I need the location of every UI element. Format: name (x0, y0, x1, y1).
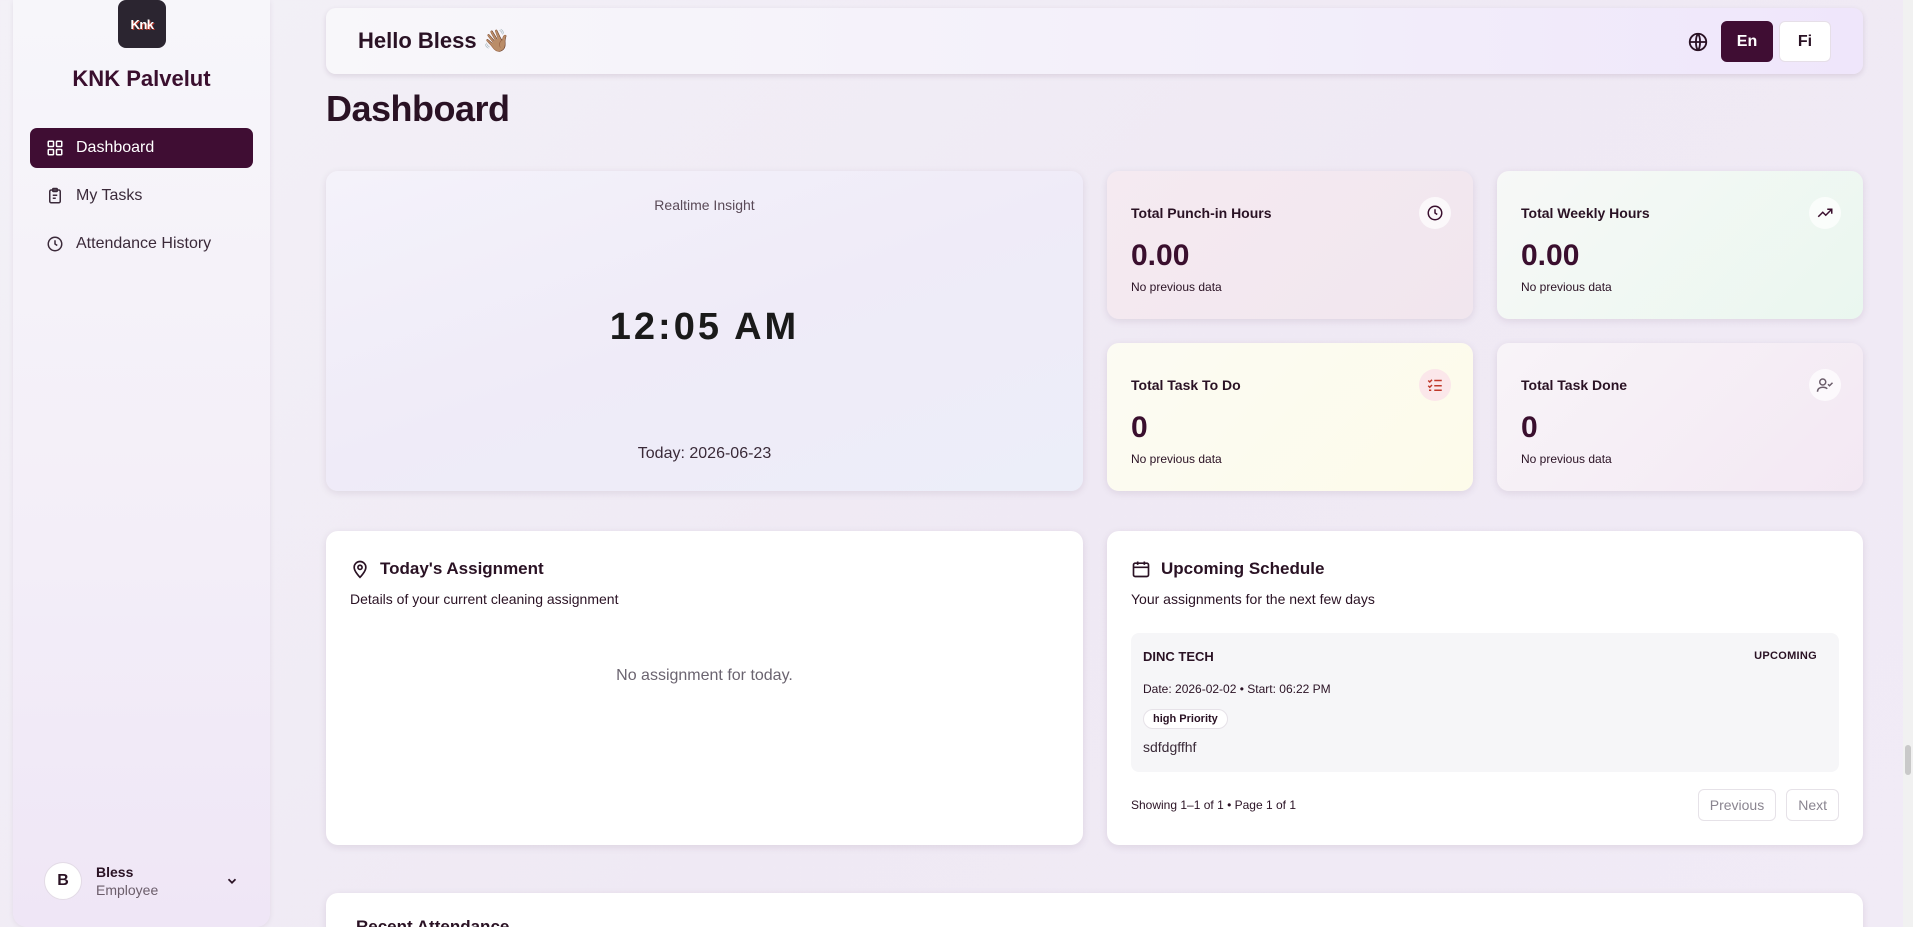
stat-subtext: No previous data (1521, 452, 1612, 466)
panel-description: Details of your current cleaning assignm… (350, 591, 619, 607)
realtime-insight-card: Realtime Insight 12:05 AM Today: 2026-06… (326, 171, 1083, 491)
panel-title: Recent Attendance (356, 917, 510, 927)
sidebar-item-label: Attendance History (76, 235, 212, 252)
language-en-button[interactable]: En (1721, 21, 1773, 62)
previous-page-button[interactable]: Previous (1697, 789, 1777, 821)
trending-up-icon (1809, 197, 1841, 229)
stat-title: Total Punch-in Hours (1131, 205, 1272, 221)
user-menu[interactable]: B Bless Employee (30, 857, 253, 905)
user-check-icon (1809, 369, 1841, 401)
stat-subtext: No previous data (1131, 280, 1222, 294)
priority-badge: high Priority (1143, 709, 1228, 729)
next-page-button[interactable]: Next (1786, 789, 1839, 821)
schedule-date-time: Date: 2026-02-02 • Start: 06:22 PM (1143, 682, 1331, 696)
schedule-item[interactable]: DINC TECH UPCOMING Date: 2026-02-02 • St… (1131, 633, 1839, 772)
pagination-info: Showing 1–1 of 1 • Page 1 of 1 (1131, 798, 1296, 812)
sidebar-item-label: Dashboard (76, 139, 155, 156)
empty-assignment-message: No assignment for today. (616, 667, 793, 684)
stat-value: 0 (1521, 411, 1538, 444)
calendar-icon (1131, 559, 1151, 579)
status-badge: UPCOMING (1754, 650, 1817, 662)
sidebar-item-label: My Tasks (76, 187, 143, 204)
user-role: Employee (96, 882, 159, 898)
stat-card-task-to-do: Total Task To Do 0 No previous data (1107, 343, 1473, 491)
clock-icon (46, 235, 64, 253)
stat-value: 0 (1131, 411, 1148, 444)
panel-title: Today's Assignment (380, 559, 544, 578)
stat-subtext: No previous data (1131, 452, 1222, 466)
current-time: 12:05 AM (609, 306, 800, 348)
clipboard-icon (46, 187, 64, 205)
scrollbar-thumb[interactable] (1905, 745, 1911, 775)
current-date: Today: 2026-06-23 (637, 445, 772, 462)
list-checks-icon (1419, 369, 1451, 401)
stat-value: 0.00 (1521, 239, 1580, 272)
todays-assignment-card: Today's Assignment Details of your curre… (326, 531, 1083, 845)
sidebar-item-my-tasks[interactable]: My Tasks (30, 176, 253, 216)
brand-name: KNK Palvelut (72, 66, 211, 91)
sidebar-item-dashboard[interactable]: Dashboard (30, 128, 253, 168)
insight-label: Realtime Insight (654, 197, 755, 213)
pagination: Previous Next (1688, 789, 1839, 821)
clock-icon (1419, 197, 1451, 229)
panel-description: Your assignments for the next few days (1131, 591, 1375, 607)
user-name: Bless (96, 864, 134, 880)
grid-icon (46, 139, 64, 157)
panel-title: Upcoming Schedule (1161, 559, 1325, 578)
greeting: Hello Bless 👋🏽 (358, 28, 511, 53)
stat-title: Total Task Done (1521, 377, 1628, 393)
globe-icon (1687, 31, 1709, 53)
stat-title: Total Task To Do (1131, 377, 1241, 393)
page-title: Dashboard (326, 88, 510, 129)
language-fi-button[interactable]: Fi (1779, 21, 1831, 62)
page-scrollbar[interactable] (1903, 0, 1913, 927)
top-header: Hello Bless 👋🏽 En Fi (326, 8, 1863, 74)
map-pin-icon (350, 559, 370, 579)
upcoming-schedule-card: Upcoming Schedule Your assignments for t… (1107, 531, 1863, 845)
language-switcher: En Fi (1687, 21, 1831, 62)
schedule-note: sdfdgffhf (1143, 739, 1197, 755)
stat-card-punch-in-hours: Total Punch-in Hours 0.00 No previous da… (1107, 171, 1473, 319)
avatar: B (44, 862, 82, 900)
sidebar-nav: Dashboard My Tasks Attendance History (30, 128, 253, 272)
recent-attendance-card: Recent Attendance (326, 893, 1863, 927)
chevron-down-icon[interactable] (225, 874, 239, 888)
brand-logo[interactable]: Knk (118, 0, 166, 48)
stat-card-task-done: Total Task Done 0 No previous data (1497, 343, 1863, 491)
sidebar: Knk KNK Palvelut Dashboard My Tasks Atte… (13, 0, 270, 927)
stat-title: Total Weekly Hours (1521, 205, 1650, 221)
sidebar-item-attendance-history[interactable]: Attendance History (30, 224, 253, 264)
stat-value: 0.00 (1131, 239, 1190, 272)
schedule-client-name: DINC TECH (1143, 649, 1214, 664)
stat-card-weekly-hours: Total Weekly Hours 0.00 No previous data (1497, 171, 1863, 319)
logo-text: Knk (130, 16, 154, 32)
stat-subtext: No previous data (1521, 280, 1612, 294)
